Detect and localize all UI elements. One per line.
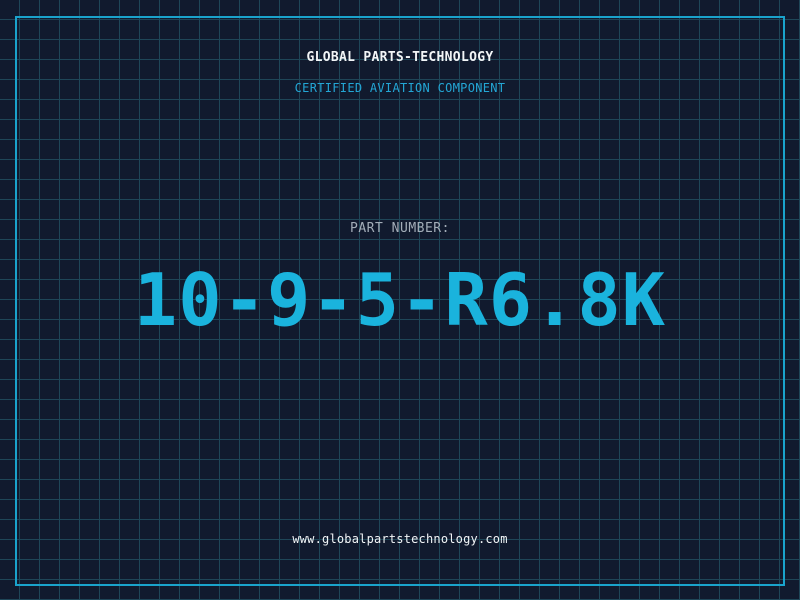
tagline: CERTIFIED AVIATION COMPONENT	[294, 81, 506, 95]
brand-name: GLOBAL PARTS-TECHNOLOGY	[306, 50, 494, 65]
part-number-label: PART NUMBER:	[350, 221, 450, 236]
website-url: www.globalpartstechnology.com	[292, 532, 508, 546]
part-number-value: 10-9-5-R6.8K	[133, 258, 667, 342]
